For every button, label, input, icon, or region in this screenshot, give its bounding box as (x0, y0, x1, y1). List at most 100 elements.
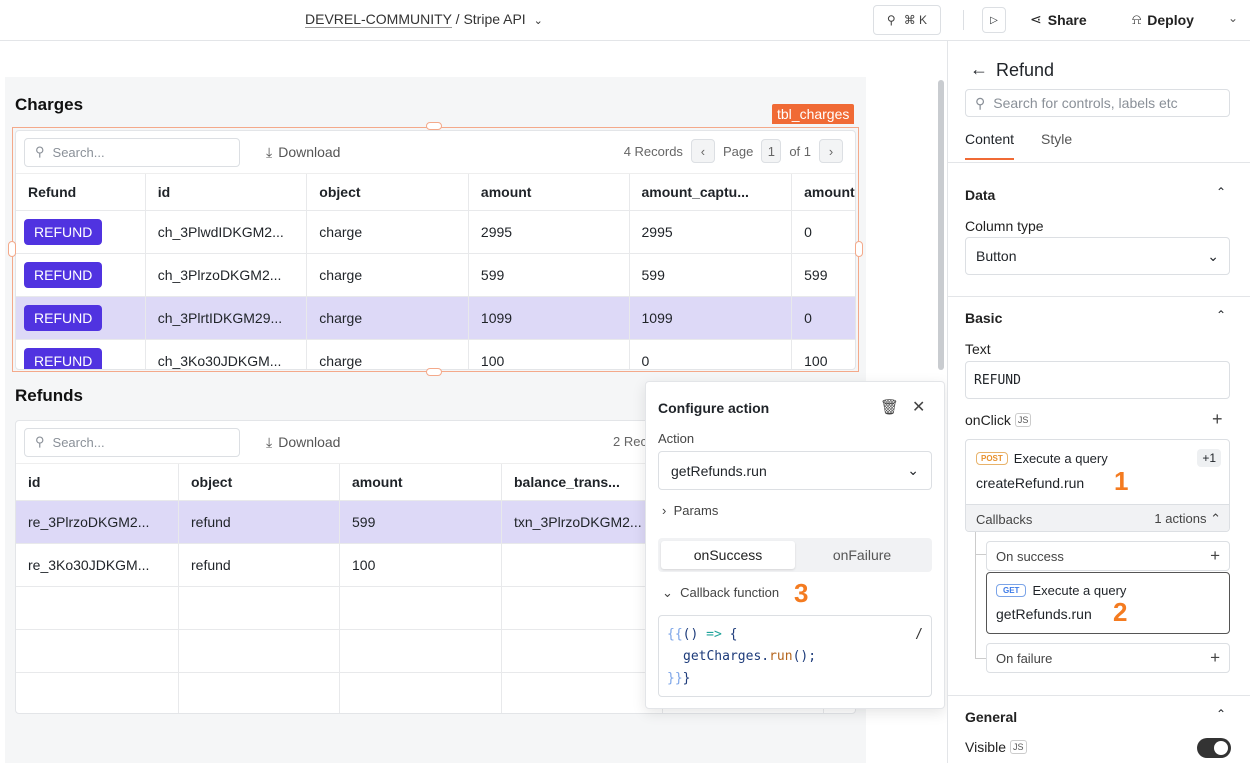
table-row[interactable]: REFUND ch_3Ko30JDKGM... charge 100 0 100 (16, 340, 855, 369)
chevron-up-icon[interactable]: ⌃ (1216, 185, 1226, 199)
table-row[interactable]: REFUND ch_3PlwdIDKGM2... charge 2995 2995 0 (16, 211, 855, 254)
table-row[interactable]: REFUND ch_3PlrzoDKGM2... charge 599 599 599 (16, 254, 855, 297)
next-page-button[interactable]: › (819, 139, 843, 163)
prev-page-button[interactable]: ‹ (690, 139, 715, 163)
callback-code-editor[interactable]: {{() => {/ getCharges.run(); }}} (658, 615, 932, 697)
on-success-row[interactable]: On success + (986, 541, 1230, 571)
charges-table: ⚲ Search... ⤓ Download 4 Records ‹ Page 1 … (15, 130, 856, 370)
canvas-scrollbar[interactable] (938, 80, 944, 370)
refund-button[interactable]: REFUND (24, 262, 103, 288)
callback-tabs: onSuccess onFailure (658, 538, 932, 572)
column-header[interactable]: amount (792, 174, 855, 210)
text-input[interactable]: REFUND (965, 361, 1230, 399)
tab-content[interactable]: Content (965, 131, 1015, 160)
pagination: 4 Records ‹ Page 1 of 1 › (624, 139, 843, 163)
callbacks-toggle[interactable]: Callbacks 1 actions ⌃ (966, 504, 1229, 531)
visible-toggle[interactable] (1197, 738, 1231, 758)
widget-title[interactable]: Refund (996, 60, 1054, 81)
action-select[interactable]: getRefunds.run ⌄ (658, 451, 932, 490)
tab-style[interactable]: Style (1041, 131, 1072, 147)
column-header[interactable]: Refund (16, 174, 146, 210)
table-search-input[interactable]: ⚲ Search... (24, 427, 240, 457)
workspace-name[interactable]: DEVREL-COMMUNITY (305, 11, 452, 28)
property-search-input[interactable]: ⚲ Search for controls, labels etc (965, 89, 1230, 117)
table-cell: 599 (630, 254, 793, 296)
column-header[interactable]: amount (469, 174, 630, 210)
table-cell: 2995 (630, 211, 793, 253)
table-cell: 2995 (469, 211, 630, 253)
resize-handle-top[interactable] (426, 122, 442, 130)
table-cell (502, 630, 663, 672)
resize-handle-bottom[interactable] (426, 368, 442, 376)
column-header[interactable]: object (307, 174, 469, 210)
shortcut-label: ⌘ K (903, 13, 928, 27)
params-toggle[interactable]: › Params (662, 503, 718, 518)
column-header[interactable]: amount (340, 464, 502, 500)
code-token: => (706, 627, 722, 642)
table-cell: ch_3PlrzoDKGM2... (146, 254, 308, 296)
table-cell: 0 (804, 224, 812, 240)
chevron-up-icon[interactable]: ⌃ (1216, 707, 1226, 721)
column-type-value: Button (976, 248, 1017, 264)
column-header[interactable]: id (16, 464, 179, 500)
plus-icon[interactable]: + (1210, 648, 1220, 668)
back-arrow-icon[interactable]: ← (970, 59, 988, 80)
charges-title: Charges (15, 95, 84, 114)
tab-on-failure[interactable]: onFailure (795, 541, 929, 569)
section-basic-heading[interactable]: Basic (965, 310, 1002, 326)
plus-icon[interactable]: + (1210, 546, 1220, 566)
refund-button[interactable]: REFUND (24, 348, 103, 369)
divider (948, 695, 1250, 696)
table-cell (16, 587, 179, 629)
column-header[interactable]: balance_trans... (502, 464, 663, 500)
download-icon: ⤓ (266, 433, 273, 450)
records-count: 2 Rec (613, 434, 647, 449)
popover-title: Configure action (658, 400, 770, 416)
visible-text: Visible (965, 739, 1006, 755)
success-action-card[interactable]: GET Execute a query getRefunds.run 2 (986, 572, 1230, 634)
column-header[interactable]: object (179, 464, 340, 500)
share-button[interactable]: ⋖ Share (1030, 11, 1087, 28)
deploy-menu-chevron-icon[interactable]: ⌄ (1228, 11, 1238, 25)
app-name[interactable]: Stripe API (463, 11, 525, 27)
code-token: () (682, 627, 707, 642)
refund-button[interactable]: REFUND (24, 219, 103, 245)
close-icon[interactable]: ✕ (912, 397, 925, 417)
widget-name-tag[interactable]: tbl_charges (772, 104, 855, 124)
deploy-button[interactable]: ⍾ Deploy (1132, 11, 1194, 28)
chevron-up-icon[interactable]: ⌃ (1216, 308, 1226, 322)
page-number-input[interactable]: 1 (761, 139, 782, 163)
tab-on-success[interactable]: onSuccess (661, 541, 795, 569)
divider (963, 10, 964, 30)
table-search-input[interactable]: ⚲ Search... (24, 137, 240, 167)
refund-button[interactable]: REFUND (24, 305, 103, 331)
section-data-heading[interactable]: Data (965, 187, 995, 203)
resize-handle-left[interactable] (8, 241, 16, 257)
add-action-plus-icon[interactable]: + (1212, 409, 1223, 430)
chevron-down-icon: ⌄ (662, 585, 673, 600)
on-failure-row[interactable]: On failure + (986, 643, 1230, 673)
section-general-heading[interactable]: General (965, 709, 1017, 725)
trash-icon[interactable]: 🗑 (880, 398, 899, 416)
table-row[interactable]: REFUND ch_3PlrtIDKGM29... charge 1099 1099 0 (16, 297, 855, 340)
onclick-action-card[interactable]: POST Execute a query +1 createRefund.run … (965, 439, 1230, 532)
command-search-button[interactable]: ⚲ ⌘ K (873, 5, 941, 35)
table-cell: 599 (340, 501, 502, 543)
download-label: Download (278, 144, 341, 160)
table-cell: 0 (630, 340, 793, 369)
js-toggle[interactable]: JS (1014, 413, 1032, 427)
share-label: Share (1047, 11, 1087, 28)
on-failure-label: On failure (996, 650, 1053, 666)
column-header[interactable]: amount_captu... (630, 174, 793, 210)
preview-button[interactable]: ▷ (982, 7, 1006, 33)
configure-action-popover: Configure action 🗑 ✕ Action getRefunds.r… (645, 381, 945, 709)
onclick-text: onClick (965, 412, 1011, 428)
js-toggle[interactable]: JS (1010, 740, 1027, 754)
column-type-select[interactable]: Button ⌄ (965, 237, 1230, 275)
download-button[interactable]: ⤓ Download (266, 434, 340, 451)
resize-handle-right[interactable] (855, 241, 863, 257)
callback-function-toggle[interactable]: ⌄ Callback function (662, 585, 779, 601)
column-header[interactable]: id (146, 174, 308, 210)
breadcrumb[interactable]: DEVREL-COMMUNITY / Stripe API ⌄ (305, 11, 543, 28)
download-button[interactable]: ⤓ Download (266, 144, 340, 161)
